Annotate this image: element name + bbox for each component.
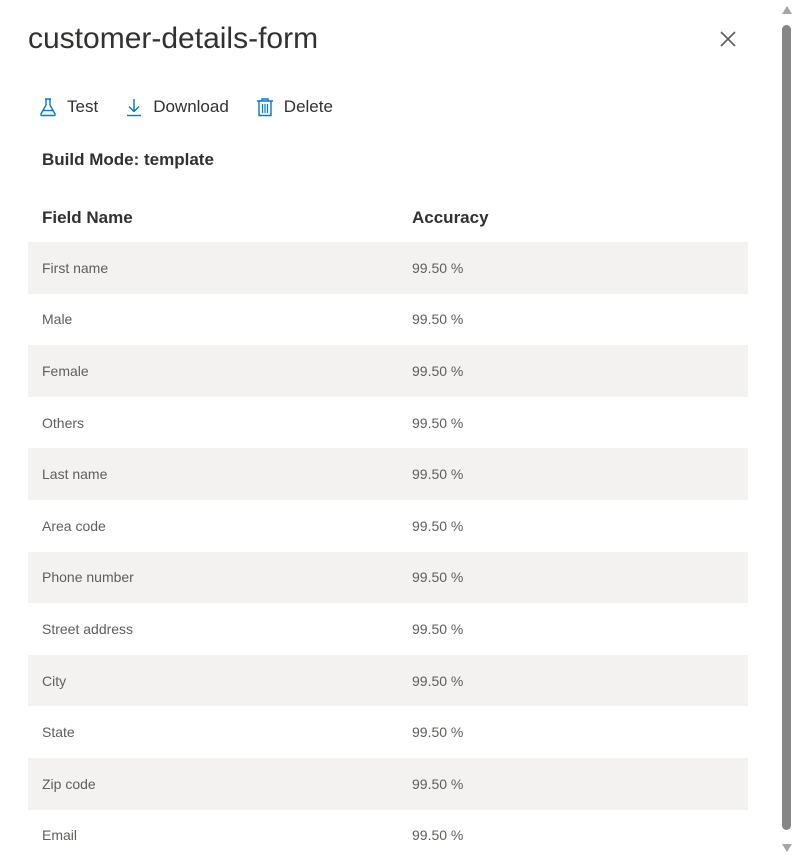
table-row: Others 99.50 %: [28, 397, 748, 449]
close-button[interactable]: [716, 27, 740, 51]
panel-title: customer-details-form: [28, 22, 319, 55]
accuracy-cell: 99.50 %: [412, 311, 464, 328]
field-name-cell: Email: [42, 827, 78, 844]
flask-icon: [38, 97, 58, 117]
table-row: Email 99.50 %: [28, 810, 748, 859]
scroll-down-arrow-icon[interactable]: [782, 844, 792, 852]
download-button[interactable]: Download: [124, 92, 229, 122]
field-name-cell: State: [42, 724, 75, 741]
table-row: State 99.50 %: [28, 706, 748, 758]
field-name-cell: Area code: [42, 517, 106, 534]
scroll-up-arrow-icon[interactable]: [782, 6, 792, 14]
delete-button[interactable]: Delete: [255, 92, 333, 122]
toolbar: Test Download Delete: [38, 92, 359, 122]
table-row: Street address 99.50 %: [28, 603, 748, 655]
download-label: Download: [153, 97, 229, 116]
accuracy-cell: 99.50 %: [412, 466, 464, 483]
accuracy-cell: 99.50 %: [412, 620, 464, 637]
field-name-cell: Phone number: [42, 569, 134, 586]
column-header-field-name: Field Name: [42, 208, 133, 227]
table-row: City 99.50 %: [28, 654, 748, 707]
table-row: Male 99.50 %: [28, 294, 748, 346]
build-mode-label: Build Mode: template: [42, 150, 214, 169]
table-row: Phone number 99.50 %: [28, 551, 748, 604]
fields-table: Field Name Accuracy First name 99.50 % M…: [28, 194, 748, 859]
accuracy-cell: 99.50 %: [412, 775, 464, 792]
field-name-cell: First name: [42, 259, 109, 276]
field-name-cell: Others: [42, 414, 85, 431]
vertical-scrollbar[interactable]: [778, 0, 796, 859]
accuracy-cell: 99.50 %: [412, 259, 464, 276]
table-header: Field Name Accuracy: [28, 194, 748, 242]
test-label: Test: [67, 97, 99, 116]
accuracy-cell: 99.50 %: [412, 362, 464, 379]
test-button[interactable]: Test: [38, 92, 98, 122]
table-row: Zip code 99.50 %: [28, 757, 748, 810]
trash-icon: [255, 97, 275, 117]
delete-label: Delete: [283, 97, 333, 116]
accuracy-cell: 99.50 %: [412, 569, 464, 586]
accuracy-cell: 99.50 %: [412, 672, 464, 689]
column-header-accuracy: Accuracy: [412, 208, 489, 227]
accuracy-cell: 99.50 %: [412, 724, 464, 741]
table-row: Area code 99.50 %: [28, 500, 748, 552]
field-name-cell: City: [42, 672, 67, 689]
table-row: Last name 99.50 %: [28, 448, 748, 500]
field-name-cell: Street address: [42, 620, 134, 637]
close-icon: [720, 31, 736, 47]
field-name-cell: Zip code: [42, 775, 96, 792]
field-name-cell: Last name: [42, 466, 108, 483]
download-icon: [124, 97, 144, 117]
accuracy-cell: 99.50 %: [412, 517, 464, 534]
scrollbar-thumb[interactable]: [782, 25, 791, 830]
accuracy-cell: 99.50 %: [412, 414, 464, 431]
field-name-cell: Female: [42, 362, 89, 379]
field-name-cell: Male: [42, 311, 73, 328]
accuracy-cell: 99.50 %: [412, 827, 464, 844]
table-row: First name 99.50 %: [28, 242, 748, 294]
model-details-panel: customer-details-form Test Download Dele…: [0, 0, 778, 859]
table-row: Female 99.50 %: [28, 345, 748, 397]
